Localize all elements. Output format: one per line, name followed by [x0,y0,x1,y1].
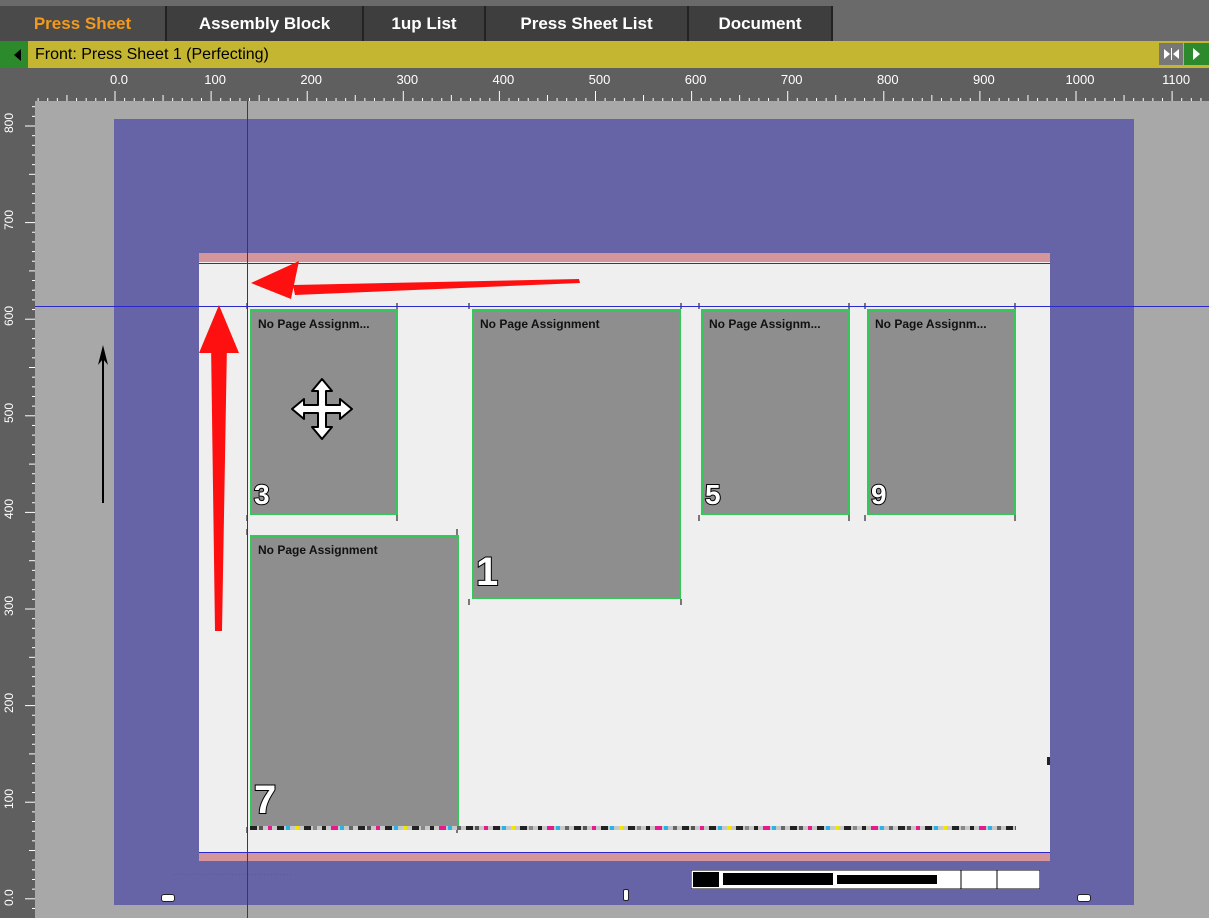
annotation-arrow-icon [199,261,580,631]
sheet-header-bar: Front: Press Sheet 1 (Perfecting) [0,41,1209,68]
chevron-left-icon [14,49,21,61]
prev-sheet-button[interactable] [0,41,28,68]
ruler-tick-label: 800 [2,112,16,133]
ruler-tick-label: 200 [300,72,323,87]
tab-assembly-block[interactable]: Assembly Block [167,6,364,41]
ruler-tick-label: 100 [2,789,16,810]
flip-sheet-button[interactable] [1159,43,1183,65]
ruler-tick-label: 900 [973,72,995,87]
ruler-tick-label: 200 [2,692,16,713]
ruler-tick-label: 500 [588,72,611,87]
tab-press-sheet-list[interactable]: Press Sheet List [486,6,689,41]
ruler-tick-label: 700 [780,72,803,87]
ruler-tick-label: 1100 [1162,72,1191,87]
ruler-tick-label: 300 [2,595,16,616]
ruler-tick-label: 300 [396,72,419,87]
tab-press-sheet[interactable]: Press Sheet [0,6,167,41]
chevron-right-icon [1193,48,1200,60]
horizontal-ruler[interactable]: 0.0 100 200 300 400 500 600 700 800 900 1000 1100 [0,68,1209,101]
flip-icon [1164,48,1179,60]
next-sheet-button[interactable] [1184,43,1209,65]
ruler-tick-label: 100 [204,72,226,87]
tab-bar: Press Sheet Assembly Block 1up List Pres… [0,0,1209,41]
ruler-tick-label: 700 [2,209,16,230]
ruler-tick-label: 600 [2,306,16,327]
vertical-ruler[interactable]: 800 700 600 500 400 300 200 100 0.0 [0,101,35,918]
tab-document[interactable]: Document [689,6,833,41]
ruler-tick-label: 500 [2,402,16,423]
ruler-tick-label: 0.0 [109,72,129,87]
ruler-tick-label: 400 [2,499,16,520]
sheet-header-label: Front: Press Sheet 1 (Perfecting) [35,46,269,63]
ruler-tick-label: 1000 [1065,72,1095,87]
ruler-tick-label: 800 [876,72,899,87]
ruler-tick-label: 0.0 [2,889,16,906]
ruler-tick-label: 400 [492,72,515,87]
press-sheet-canvas[interactable]: No Page Assignm... 3 No Page Assignment … [35,101,1209,918]
tab-1up-list[interactable]: 1up List [364,6,486,41]
ruler-tick-label: 600 [684,72,707,87]
